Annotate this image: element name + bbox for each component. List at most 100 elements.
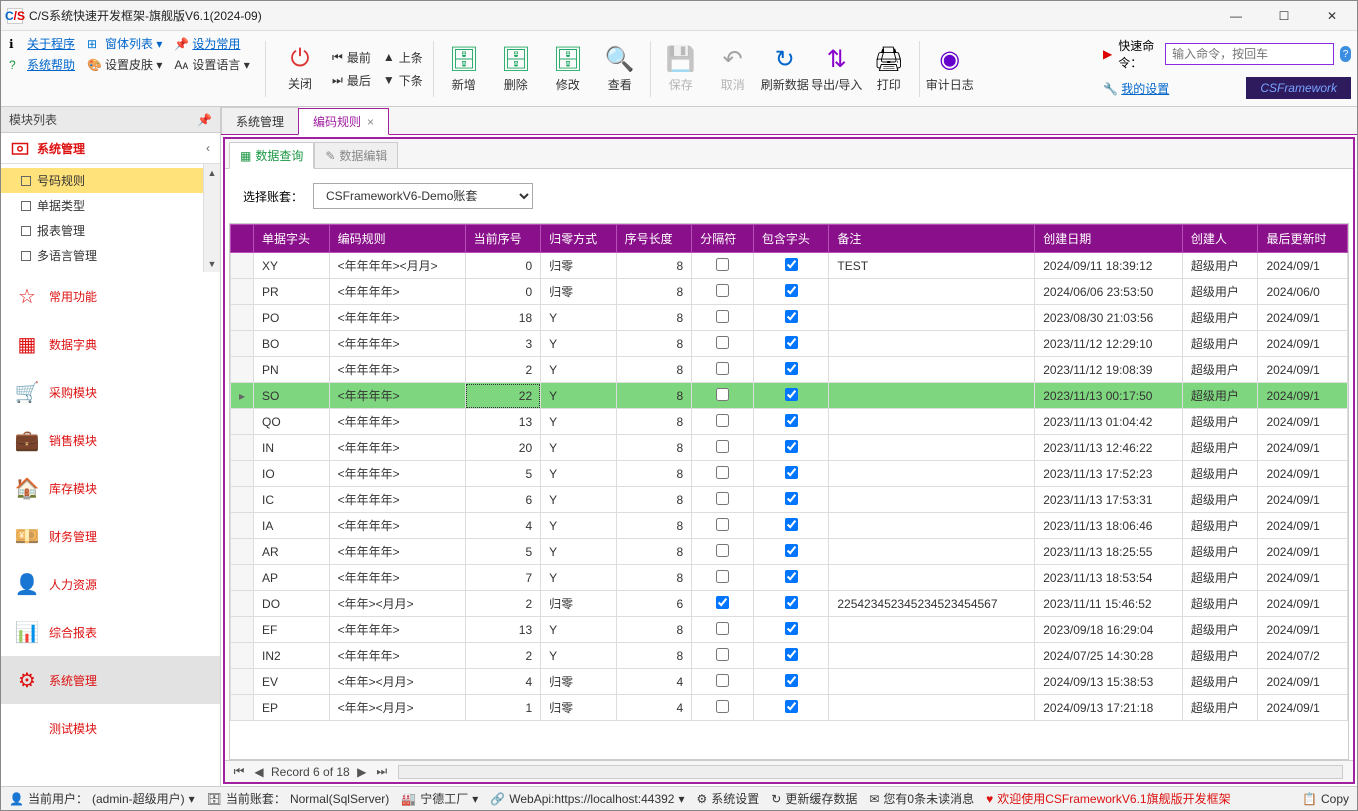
- head-checkbox[interactable]: [785, 700, 798, 713]
- close-window-button[interactable]: ✕: [1317, 6, 1347, 26]
- tab-system[interactable]: 系统管理: [221, 107, 299, 134]
- lang-link[interactable]: Aᴀ设置语言 ▾: [174, 56, 249, 73]
- sep-checkbox[interactable]: [716, 362, 729, 375]
- status-webapi[interactable]: 🔗 WebApi:https://localhost:44392 ▾: [490, 792, 684, 806]
- sep-checkbox[interactable]: [716, 336, 729, 349]
- sep-checkbox[interactable]: [716, 466, 729, 479]
- module-item[interactable]: ⚙系统管理: [1, 656, 220, 704]
- table-row[interactable]: BO<年年年年>3Y82023/11/12 12:29:10超级用户2024/0…: [231, 331, 1348, 357]
- head-checkbox[interactable]: [785, 440, 798, 453]
- delete-button[interactable]: 🗄删除: [490, 31, 542, 106]
- refresh-button[interactable]: ↻刷新数据: [759, 31, 811, 106]
- col-header[interactable]: 归零方式: [541, 225, 617, 253]
- status-user[interactable]: 👤 当前用户：(admin-超级用户) ▾: [9, 790, 195, 807]
- col-header[interactable]: 最后更新时: [1258, 225, 1348, 253]
- status-msg[interactable]: ✉ 您有0条未读消息: [869, 790, 974, 807]
- col-header[interactable]: 分隔符: [692, 225, 754, 253]
- minimize-button[interactable]: —: [1221, 6, 1251, 26]
- sep-checkbox[interactable]: [716, 622, 729, 635]
- nav-last-icon[interactable]: ⏭: [374, 764, 390, 779]
- col-header[interactable]: 单据字头: [254, 225, 330, 253]
- nav-first-icon[interactable]: ⏮: [231, 764, 247, 779]
- view-button[interactable]: 🔍查看: [594, 31, 646, 106]
- head-checkbox[interactable]: [785, 362, 798, 375]
- nav-prev-icon[interactable]: ◀: [251, 765, 267, 779]
- table-row[interactable]: XY<年年年年><月月>0归零8TEST2024/09/11 18:39:12超…: [231, 253, 1348, 279]
- grid-navigator[interactable]: ⏮ ◀ Record 6 of 18 ▶ ⏭: [225, 760, 1353, 782]
- sidebar-group[interactable]: 系统管理‹: [1, 133, 220, 164]
- table-row[interactable]: IA<年年年年>4Y82023/11/13 18:06:46超级用户2024/0…: [231, 513, 1348, 539]
- module-item[interactable]: 📊综合报表: [1, 608, 220, 656]
- my-settings-link[interactable]: 🔧 我的设置: [1103, 80, 1169, 97]
- table-row[interactable]: PR<年年年年>0归零82024/06/06 23:53:50超级用户2024/…: [231, 279, 1348, 305]
- subtab-query[interactable]: ▦数据查询: [229, 142, 314, 169]
- status-cache[interactable]: ↻ 更新缓存数据: [771, 790, 857, 807]
- table-row[interactable]: IN<年年年年>20Y82023/11/13 12:46:22超级用户2024/…: [231, 435, 1348, 461]
- modify-button[interactable]: 🗄修改: [542, 31, 594, 106]
- status-factory[interactable]: 🏭 宁德工厂 ▾: [401, 790, 478, 807]
- data-grid[interactable]: 单据字头编码规则当前序号归零方式序号长度分隔符包含字头备注创建日期创建人最后更新…: [230, 224, 1348, 721]
- sep-checkbox[interactable]: [716, 440, 729, 453]
- head-checkbox[interactable]: [785, 648, 798, 661]
- next-record[interactable]: ▼下条: [383, 72, 423, 89]
- sep-checkbox[interactable]: [716, 700, 729, 713]
- table-row[interactable]: IO<年年年年>5Y82023/11/13 17:52:23超级用户2024/0…: [231, 461, 1348, 487]
- sep-checkbox[interactable]: [716, 284, 729, 297]
- quick-cmd-input[interactable]: [1165, 43, 1334, 65]
- status-book[interactable]: 🗄 当前账套：Normal(SqlServer): [207, 790, 390, 807]
- nav-next-icon[interactable]: ▶: [354, 765, 370, 779]
- nav-scrollbar[interactable]: [398, 765, 1343, 779]
- first-record[interactable]: ⏮最前: [332, 49, 371, 66]
- last-record[interactable]: ⏭最后: [332, 72, 371, 89]
- help-link[interactable]: ?系统帮助: [9, 56, 75, 73]
- head-checkbox[interactable]: [785, 544, 798, 557]
- sep-checkbox[interactable]: [716, 414, 729, 427]
- print-button[interactable]: 🖨打印: [863, 31, 915, 106]
- export-button[interactable]: ⇅导出/导入: [811, 31, 863, 106]
- skin-link[interactable]: 🎨设置皮肤 ▾: [87, 56, 162, 73]
- pin-icon[interactable]: 📌: [197, 113, 212, 127]
- module-item[interactable]: ▦数据字典: [1, 320, 220, 368]
- sep-checkbox[interactable]: [716, 596, 729, 609]
- table-row[interactable]: IC<年年年年>6Y82023/11/13 17:53:31超级用户2024/0…: [231, 487, 1348, 513]
- module-item[interactable]: 🛒采购模块: [1, 368, 220, 416]
- maximize-button[interactable]: ☐: [1269, 6, 1299, 26]
- table-row[interactable]: ▸SO<年年年年>22Y82023/11/13 00:17:50超级用户2024…: [231, 383, 1348, 409]
- head-checkbox[interactable]: [785, 596, 798, 609]
- head-checkbox[interactable]: [785, 284, 798, 297]
- add-button[interactable]: 🗄新增: [438, 31, 490, 106]
- col-header[interactable]: 编码规则: [329, 225, 465, 253]
- help-badge-icon[interactable]: ?: [1340, 46, 1351, 62]
- tree-item[interactable]: 报表管理: [1, 218, 203, 243]
- head-checkbox[interactable]: [785, 258, 798, 271]
- table-row[interactable]: EV<年年><月月>4归零42024/09/13 15:38:53超级用户202…: [231, 669, 1348, 695]
- table-row[interactable]: DO<年年><月月>2归零622542345234523452345456720…: [231, 591, 1348, 617]
- head-checkbox[interactable]: [785, 466, 798, 479]
- table-row[interactable]: AR<年年年年>5Y82023/11/13 18:25:55超级用户2024/0…: [231, 539, 1348, 565]
- module-item[interactable]: 测试模块: [1, 704, 220, 752]
- tree-item[interactable]: 单据类型: [1, 193, 203, 218]
- module-item[interactable]: 🏠库存模块: [1, 464, 220, 512]
- status-settings[interactable]: ⚙ 系统设置: [697, 790, 760, 807]
- prev-record[interactable]: ▲上条: [383, 49, 423, 66]
- subtab-edit[interactable]: ✎数据编辑: [314, 142, 398, 168]
- table-row[interactable]: EF<年年年年>13Y82023/09/18 16:29:04超级用户2024/…: [231, 617, 1348, 643]
- table-row[interactable]: AP<年年年年>7Y82023/11/13 18:53:54超级用户2024/0…: [231, 565, 1348, 591]
- head-checkbox[interactable]: [785, 518, 798, 531]
- table-row[interactable]: EP<年年><月月>1归零42024/09/13 17:21:18超级用户202…: [231, 695, 1348, 721]
- col-header[interactable]: 序号长度: [616, 225, 692, 253]
- tab-coding-rule[interactable]: 编码规则×: [298, 108, 389, 135]
- sep-checkbox[interactable]: [716, 518, 729, 531]
- head-checkbox[interactable]: [785, 622, 798, 635]
- col-header[interactable]: 包含字头: [753, 225, 829, 253]
- sep-checkbox[interactable]: [716, 492, 729, 505]
- tree-scrollbar[interactable]: ▲▼: [203, 164, 220, 272]
- col-header[interactable]: 当前序号: [465, 225, 541, 253]
- table-row[interactable]: IN2<年年年年>2Y82024/07/25 14:30:28超级用户2024/…: [231, 643, 1348, 669]
- head-checkbox[interactable]: [785, 492, 798, 505]
- sep-checkbox[interactable]: [716, 674, 729, 687]
- formlist-link[interactable]: ⊞窗体列表 ▾: [87, 35, 162, 52]
- sep-checkbox[interactable]: [716, 388, 729, 401]
- audit-button[interactable]: ◉审计日志: [924, 31, 976, 106]
- module-item[interactable]: 💴财务管理: [1, 512, 220, 560]
